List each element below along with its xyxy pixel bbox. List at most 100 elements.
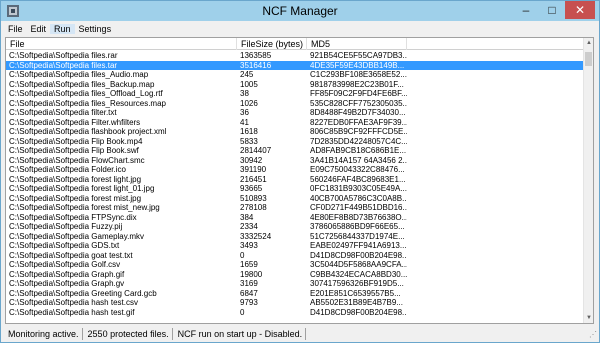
table-row[interactable]: C:\Softpedia\Softpedia Graph.gv 3169 30741… [6, 279, 584, 289]
vertical-scrollbar[interactable]: ▲ ▼ [583, 38, 593, 323]
table-row[interactable]: C:\Softpedia\Softpedia hash test.csv 9793… [6, 298, 584, 308]
md5-cell: 307417596326BF919D5... [310, 279, 404, 288]
file-size-cell: 1659 [240, 260, 258, 269]
table-row[interactable]: C:\Softpedia\Softpedia files_Resources.m… [6, 99, 584, 109]
md5-cell: D41D8CD98F00B204E98... [310, 250, 407, 260]
file-size-cell: 5833 [240, 136, 258, 146]
file-size-cell: 1026 [240, 98, 258, 108]
file-size-cell: 36 [240, 108, 249, 117]
table-row[interactable]: C:\Softpedia\Softpedia FlowChart.smc 3094… [6, 156, 584, 166]
table-row[interactable]: C:\Softpedia\Softpedia Flip Book.mp4 5833… [6, 137, 584, 147]
file-size-cell: 1005 [240, 79, 258, 89]
column-header-md5[interactable]: MD5 [307, 38, 407, 50]
md5-cell: E201E851C6539557B5... [310, 288, 401, 298]
table-row[interactable]: C:\Softpedia\Softpedia files_Audio.map 24… [6, 70, 584, 80]
window-title: NCF Manager [262, 4, 338, 18]
file-size-cell: 3516416 [240, 60, 272, 70]
file-size-cell: 41 [240, 117, 249, 127]
status-startup: NCF run on start up - Disabled. [175, 328, 307, 340]
md5-cell: 806C85B9CF92FFFCD5E... [310, 127, 407, 136]
file-size-cell: 391190 [240, 165, 267, 174]
file-size-cell: 2814407 [240, 146, 272, 155]
md5-cell: 51C7256844337D1974E... [310, 231, 405, 241]
table-row[interactable]: C:\Softpedia\Softpedia files.rar 1363585 9… [6, 51, 584, 61]
md5-cell: D41D8CD98F00B204E98... [310, 307, 407, 317]
table-row[interactable]: C:\Softpedia\Softpedia FTPSync.dix 384 4E8… [6, 213, 584, 223]
file-path-cell: C:\Softpedia\Softpedia goat test.txt [9, 250, 133, 260]
md5-cell: E09C750043322C88476... [310, 165, 405, 174]
app-window: NCF Manager – □ ✕ File Edit Run Settings… [0, 0, 600, 343]
table-row[interactable]: C:\Softpedia\Softpedia forest light_01.j… [6, 184, 584, 194]
close-button[interactable]: ✕ [565, 1, 595, 19]
file-path-cell: C:\Softpedia\Softpedia Flip Book.swf [9, 146, 139, 155]
table-row[interactable]: C:\Softpedia\Softpedia files_Offload_Log… [6, 89, 584, 99]
md5-cell: 4E80EF8B8D73B76638O... [310, 212, 407, 222]
md5-cell: 921B54CE5F55CA97DB3... [310, 51, 407, 60]
file-size-cell: 1618 [240, 127, 258, 136]
file-path-cell: C:\Softpedia\Softpedia Graph.gif [9, 269, 125, 279]
file-path-cell: C:\Softpedia\Softpedia Fuzzy.pij [9, 222, 123, 231]
table-row[interactable]: C:\Softpedia\Softpedia files_Backup.map 1… [6, 80, 584, 90]
menu-file[interactable]: File [4, 24, 27, 34]
table-row[interactable]: C:\Softpedia\Softpedia Filter.whfilters 4… [6, 118, 584, 128]
md5-cell: 560246FAF4BC89683E1... [310, 174, 406, 184]
md5-cell: 4DE35F59E43DBB149B... [310, 60, 405, 70]
file-path-cell: C:\Softpedia\Softpedia Gameplay.mkv [9, 231, 145, 241]
column-header-filesize[interactable]: FileSize (bytes) [237, 38, 307, 50]
md5-cell: CF0D271F449B51DBD16... [310, 203, 407, 212]
md5-cell: C9BB4324ECACA8BD30... [310, 269, 407, 279]
scroll-down-icon[interactable]: ▼ [584, 313, 593, 323]
menu-settings[interactable]: Settings [75, 24, 116, 34]
list-rows: C:\Softpedia\Softpedia files.rar 1363585 9… [6, 51, 584, 317]
file-size-cell: 19800 [240, 269, 263, 279]
table-row[interactable]: C:\Softpedia\Softpedia GDS.txt 3493 EABE02… [6, 241, 584, 251]
file-path-cell: C:\Softpedia\Softpedia Flip Book.mp4 [9, 136, 143, 146]
table-row[interactable]: C:\Softpedia\Softpedia flashbook project… [6, 127, 584, 137]
table-row[interactable]: C:\Softpedia\Softpedia files.tar 3516416 4… [6, 60, 584, 70]
file-path-cell: C:\Softpedia\Softpedia forest light.jpg [9, 174, 142, 184]
md5-cell: 535C828CFF7752305035... [310, 98, 407, 108]
file-path-cell: C:\Softpedia\Softpedia hash test.gif [9, 307, 135, 317]
file-size-cell: 245 [240, 70, 254, 79]
file-path-cell: C:\Softpedia\Softpedia forest mist_new.j… [9, 203, 160, 212]
minimize-button[interactable]: – [513, 1, 539, 19]
maximize-button[interactable]: □ [539, 1, 565, 19]
table-row[interactable]: C:\Softpedia\Softpedia Fuzzy.pij 2334 3786… [6, 222, 584, 232]
file-size-cell: 384 [240, 212, 254, 222]
table-row[interactable]: C:\Softpedia\Softpedia forest mist_new.j… [6, 203, 584, 213]
md5-cell: 40CB700A5786C3C0A8B... [310, 193, 407, 203]
table-row[interactable]: C:\Softpedia\Softpedia Gameplay.mkv 33325… [6, 232, 584, 242]
table-row[interactable]: C:\Softpedia\Softpedia Greeting Card.gcb… [6, 289, 584, 299]
md5-cell: 7D2835DD42248057C4C... [310, 136, 407, 146]
file-list[interactable]: File FileSize (bytes) MD5 C:\Softpedia\S… [5, 37, 594, 324]
md5-cell: 0FC1831B9303C05E49A... [310, 184, 407, 193]
md5-cell: 3A41B14A157 64A3456 2... [310, 155, 407, 165]
table-row[interactable]: C:\Softpedia\Softpedia Folder.ico 391190 E… [6, 165, 584, 175]
table-row[interactable]: C:\Softpedia\Softpedia forest light.jpg 2… [6, 175, 584, 185]
table-row[interactable]: C:\Softpedia\Softpedia Graph.gif 19800 C9B… [6, 270, 584, 280]
file-path-cell: C:\Softpedia\Softpedia Greeting Card.gcb [9, 288, 157, 298]
file-size-cell: 6847 [240, 288, 258, 298]
table-row[interactable]: C:\Softpedia\Softpedia forest mist.jpg 51… [6, 194, 584, 204]
file-size-cell: 216451 [240, 174, 267, 184]
file-size-cell: 93665 [240, 184, 263, 193]
scroll-thumb[interactable] [585, 52, 592, 66]
title-bar[interactable]: NCF Manager – □ ✕ [1, 1, 599, 21]
md5-cell: 3C5044D5F5868AA9CFA... [310, 260, 407, 269]
table-row[interactable]: C:\Softpedia\Softpedia filter.txt 36 8D848… [6, 108, 584, 118]
file-path-cell: C:\Softpedia\Softpedia Graph.gv [9, 279, 125, 288]
file-path-cell: C:\Softpedia\Softpedia files.rar [9, 51, 118, 60]
menu-run[interactable]: Run [50, 23, 75, 34]
menu-bar: File Edit Run Settings [1, 21, 599, 36]
table-row[interactable]: C:\Softpedia\Softpedia goat test.txt 0 D41… [6, 251, 584, 261]
column-header-file[interactable]: File [6, 38, 237, 50]
table-row[interactable]: C:\Softpedia\Softpedia hash test.gif 0 D41… [6, 308, 584, 318]
resize-grip-icon[interactable]: ⋰ [587, 330, 597, 340]
file-path-cell: C:\Softpedia\Softpedia Folder.ico [9, 165, 126, 174]
scroll-up-icon[interactable]: ▲ [584, 38, 593, 48]
file-path-cell: C:\Softpedia\Softpedia files_Audio.map [9, 70, 149, 79]
table-row[interactable]: C:\Softpedia\Softpedia Flip Book.swf 2814… [6, 146, 584, 156]
file-path-cell: C:\Softpedia\Softpedia filter.txt [9, 108, 117, 117]
table-row[interactable]: C:\Softpedia\Softpedia Golf.csv 1659 3C504… [6, 260, 584, 270]
menu-edit[interactable]: Edit [27, 24, 51, 34]
